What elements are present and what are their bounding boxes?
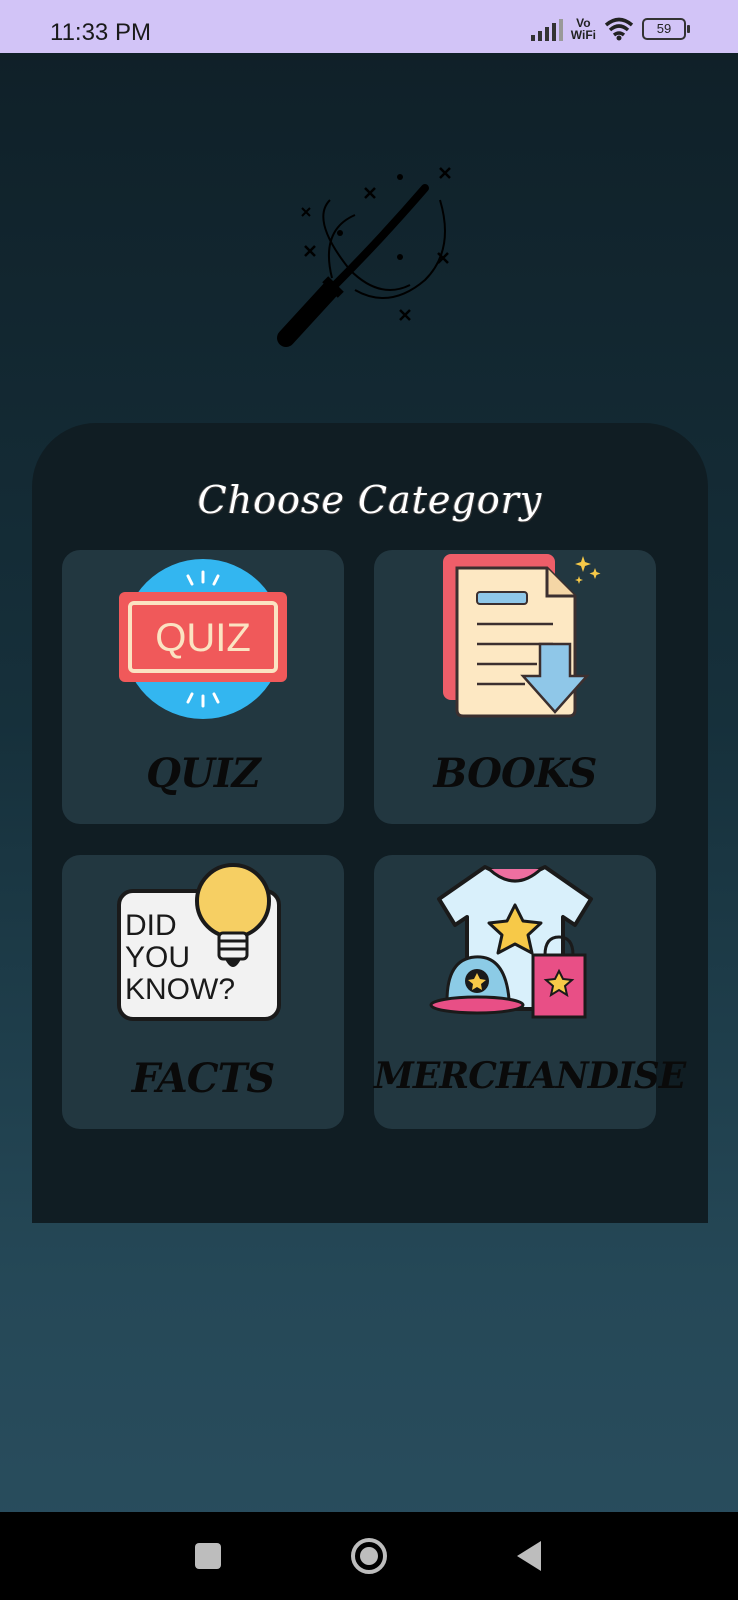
- triangle-back-icon: [517, 1541, 541, 1571]
- merchandise-icon: [429, 865, 593, 1019]
- category-label-merchandise: MERCHANDISE: [374, 1055, 686, 1097]
- category-card-books[interactable]: BOOKS: [374, 550, 656, 824]
- panel-title: Choose Category: [197, 478, 543, 522]
- square-icon: [195, 1543, 221, 1569]
- category-label-quiz: QUIZ: [146, 750, 261, 797]
- vowifi-label: Vo WiFi: [570, 16, 596, 42]
- wifi-icon: [604, 17, 634, 41]
- home-button[interactable]: [329, 1512, 409, 1600]
- battery-indicator: 59: [642, 18, 690, 40]
- status-time: 11:33 PM: [50, 19, 151, 46]
- status-icons: Vo WiFi 59: [530, 14, 690, 44]
- circle-icon: [351, 1538, 387, 1574]
- magic-wand-icon: [277, 167, 451, 347]
- books-icon: [443, 554, 601, 718]
- back-button[interactable]: [490, 1512, 570, 1600]
- svg-text:DID: DID: [125, 909, 177, 942]
- navigation-bar: [0, 1512, 738, 1600]
- svg-text:KNOW?: KNOW?: [125, 973, 235, 1006]
- category-card-facts[interactable]: DID YOU KNOW? FACTS: [62, 855, 344, 1129]
- category-card-quiz[interactable]: QUIZ QUIZ: [62, 550, 344, 824]
- category-label-facts: FACTS: [131, 1055, 276, 1102]
- quiz-icon: QUIZ: [119, 559, 287, 719]
- category-panel: Choose Category QUIZ QUIZ BOOKS DID YOU …: [32, 423, 708, 1223]
- signal-icon: [530, 17, 563, 41]
- svg-text:YOU: YOU: [125, 941, 190, 974]
- status-bar: 11:33 PM Vo WiFi 59: [0, 0, 738, 53]
- category-card-merchandise[interactable]: MERCHANDISE: [374, 855, 686, 1129]
- category-label-books: BOOKS: [433, 750, 598, 797]
- svg-text:QUIZ: QUIZ: [155, 616, 251, 660]
- did-you-know-icon: DID YOU KNOW?: [117, 863, 281, 1021]
- recents-button[interactable]: [168, 1512, 248, 1600]
